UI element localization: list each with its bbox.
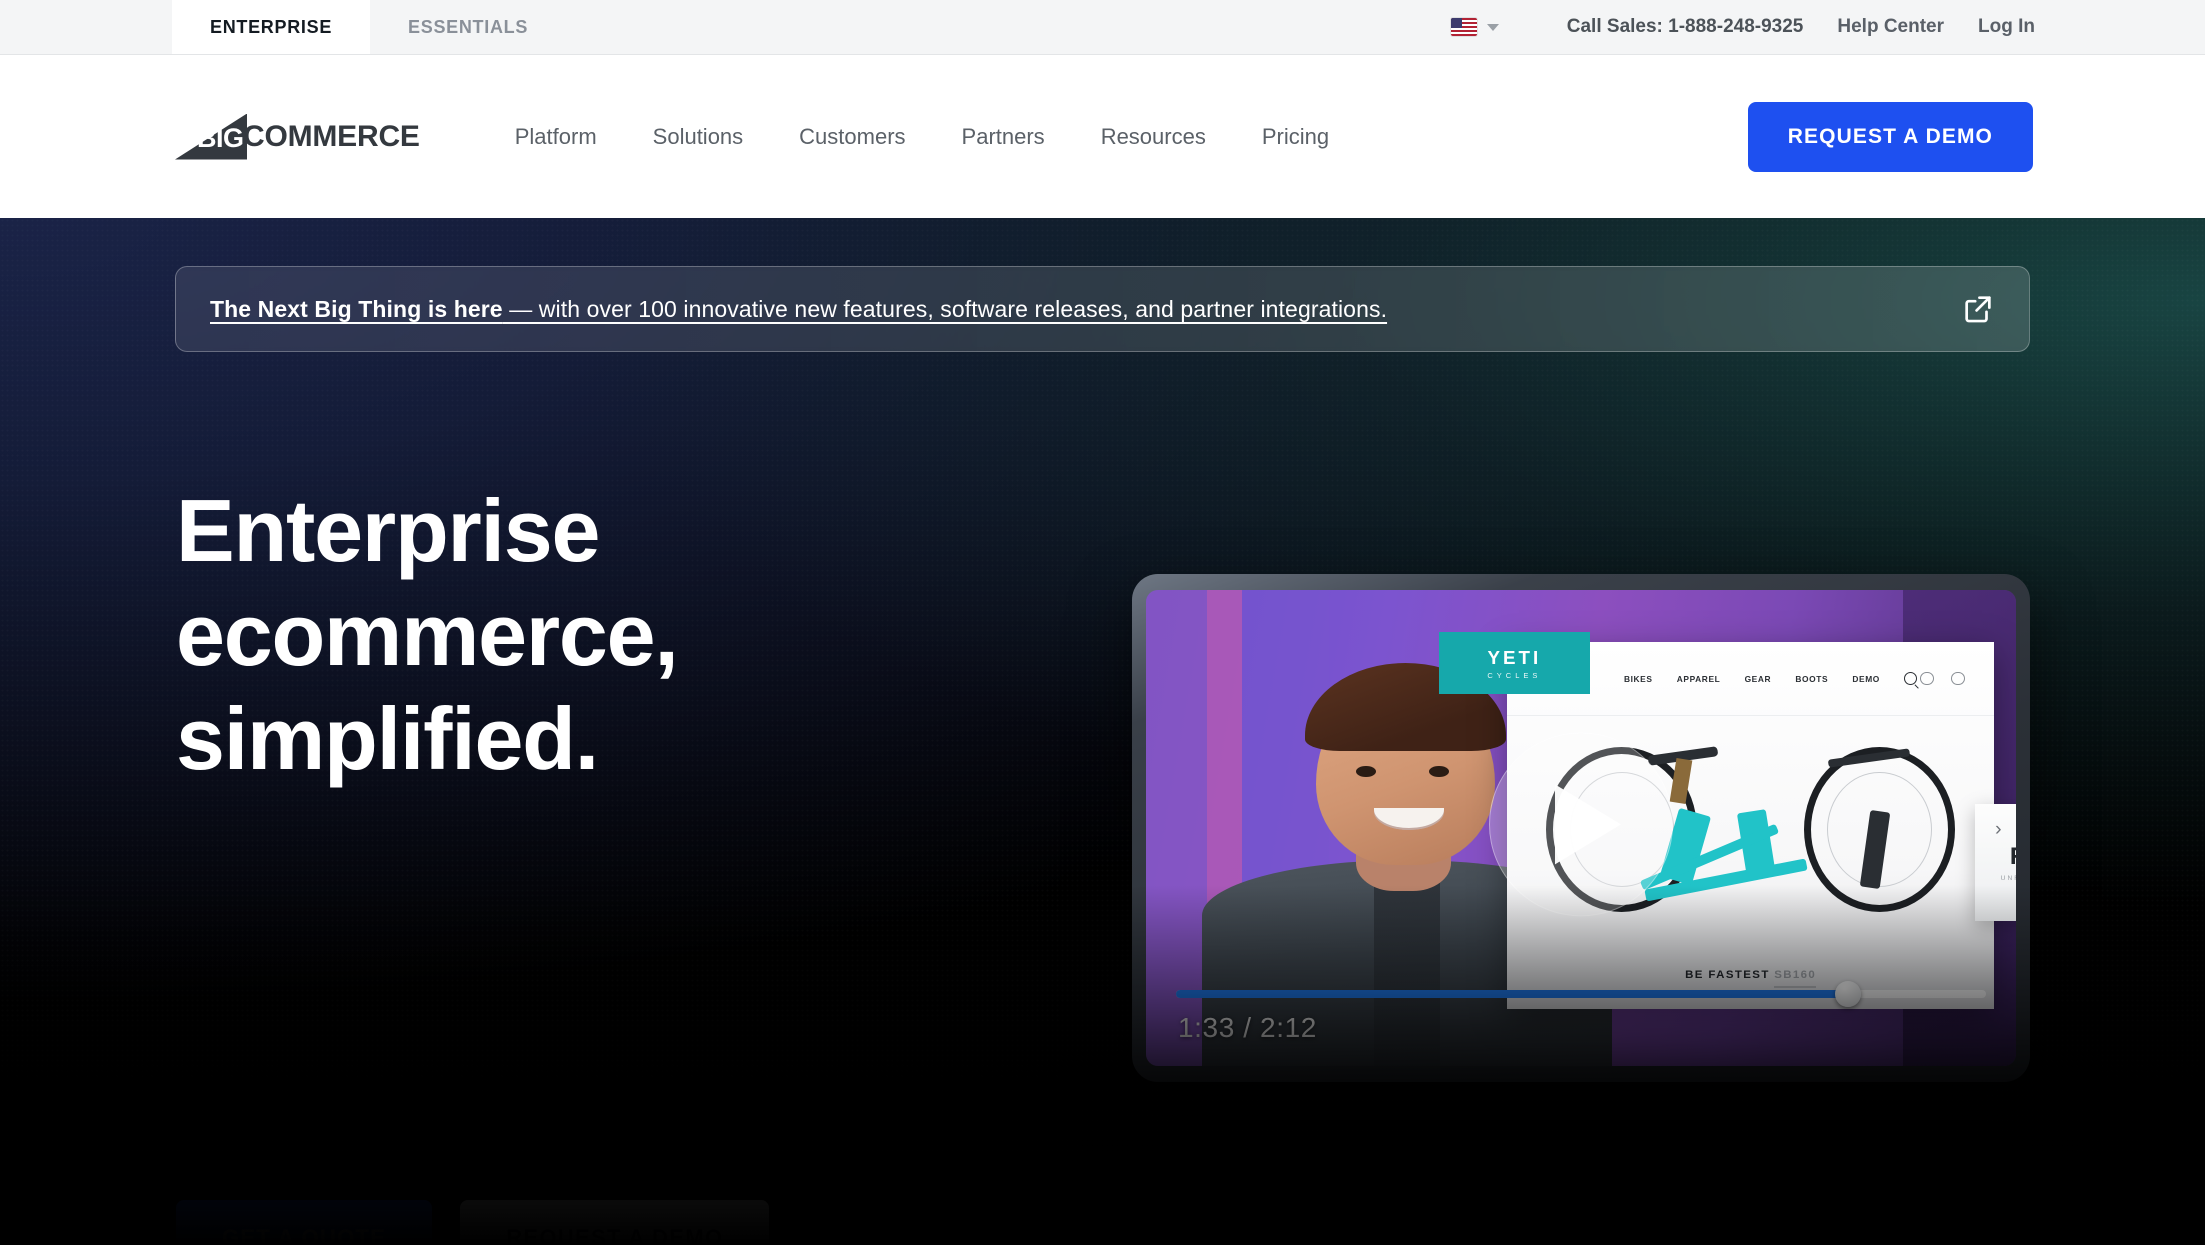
yeti-product-caption: BE FASTEST SB160 [1507, 965, 1994, 989]
progress-fill [1176, 990, 1849, 998]
headline-line-3: simplified. [176, 688, 599, 788]
yeti-nav-gear: GEAR [1744, 673, 1772, 684]
nav-item-partners[interactable]: Partners [962, 124, 1045, 150]
video-player-device: YETI CYCLES BIKES APPAREL GEAR BOOTS DEM… [1132, 574, 2030, 1082]
request-demo-header-button[interactable]: REQUEST A DEMO [1747, 101, 2033, 172]
tab-essentials[interactable]: ESSENTIALS [370, 0, 566, 54]
yeti-nav-demo: DEMO [1852, 673, 1880, 684]
yeti-site-header: YETI CYCLES BIKES APPAREL GEAR BOOTS DEM… [1438, 632, 1995, 716]
hero-section: The Next Big Thing is here — with over 1… [0, 218, 2205, 1245]
nav-item-pricing[interactable]: Pricing [1262, 124, 1329, 150]
external-link-icon[interactable] [1961, 292, 1995, 326]
announcement-rest: — with over 100 innovative new features,… [502, 295, 1388, 322]
chevron-down-icon[interactable] [1486, 23, 1499, 31]
help-center-link[interactable]: Help Center [1837, 16, 1944, 38]
yeti-header-icons [1920, 671, 1966, 686]
announcement-banner[interactable]: The Next Big Thing is here — with over 1… [175, 266, 2030, 352]
side-card-title: RA [2010, 843, 2016, 871]
progress-handle[interactable] [1835, 981, 1862, 1007]
request-demo-hero-button[interactable]: REQUEST A DEMO [460, 1200, 770, 1245]
headline-line-2: ecommerce, [176, 584, 679, 684]
hero-headline: Enterprise ecommerce, simplified. [176, 479, 976, 790]
account-icon [1920, 671, 1934, 686]
get-a-quote-button[interactable]: GET A QUOTE [176, 1200, 433, 1245]
play-icon[interactable] [1489, 732, 1673, 917]
announcement-lead: The Next Big Thing is here [210, 295, 503, 322]
us-flag-icon[interactable] [1450, 18, 1477, 36]
nav-item-customers[interactable]: Customers [799, 124, 905, 150]
caption-bold-text: BE FASTEST [1685, 969, 1770, 982]
hero-cta-group: GET A QUOTE REQUEST A DEMO [176, 1200, 770, 1245]
log-in-link[interactable]: Log In [1978, 16, 2035, 38]
announcement-text: The Next Big Thing is here — with over 1… [210, 296, 1387, 323]
yeti-nav: BIKES APPAREL GEAR BOOTS DEMO [1623, 671, 1918, 686]
yeti-logo: YETI CYCLES [1438, 632, 1590, 695]
logo-mark-text: BIG [197, 122, 244, 153]
call-sales-link[interactable]: Call Sales: 1-888-248-9325 [1567, 16, 1804, 38]
audience-tabs: ENTERPRISE ESSENTIALS [172, 0, 566, 54]
video-screen[interactable]: YETI CYCLES BIKES APPAREL GEAR BOOTS DEM… [1146, 590, 2016, 1066]
utility-bar: ENTERPRISE ESSENTIALS Call Sales: 1-888-… [0, 0, 2205, 55]
main-navigation: BIG COMMERCE Platform Solutions Customer… [0, 55, 2205, 218]
nav-links: Platform Solutions Customers Partners Re… [515, 124, 1329, 150]
yeti-nav-apparel: APPAREL [1676, 673, 1721, 684]
search-icon [1904, 671, 1918, 686]
headline-line-1: Enterprise [176, 481, 600, 580]
tab-enterprise[interactable]: ENTERPRISE [172, 0, 371, 54]
play-triangle [1555, 784, 1621, 865]
yeti-nav-boots: BOOTS [1795, 673, 1829, 684]
utility-links: Call Sales: 1-888-248-9325 Help Center L… [1450, 0, 2205, 54]
location-icon [1951, 671, 1966, 686]
nav-item-platform[interactable]: Platform [515, 124, 597, 150]
side-card-subtitle: UNRIVALED [2000, 874, 2016, 882]
nav-item-resources[interactable]: Resources [1101, 124, 1206, 150]
caption-model-text: SB160 [1774, 969, 1817, 989]
video-progress-bar[interactable] [1176, 981, 1986, 1007]
yeti-nav-bikes: BIKES [1623, 673, 1653, 684]
yeti-brand-subtext: CYCLES [1487, 670, 1542, 680]
nav-item-solutions[interactable]: Solutions [653, 124, 744, 150]
logo-triangle-icon: BIG [175, 113, 247, 160]
bigcommerce-logo[interactable]: BIG COMMERCE [175, 113, 420, 160]
video-time-label: 1:33 / 2:12 [1178, 1012, 1317, 1043]
chevron-right-icon: › [1994, 818, 2002, 841]
page-root: ENTERPRISE ESSENTIALS Call Sales: 1-888-… [0, 0, 2205, 1245]
logo-word-text: COMMERCE [243, 119, 420, 153]
yeti-brand-text: YETI [1487, 646, 1542, 668]
